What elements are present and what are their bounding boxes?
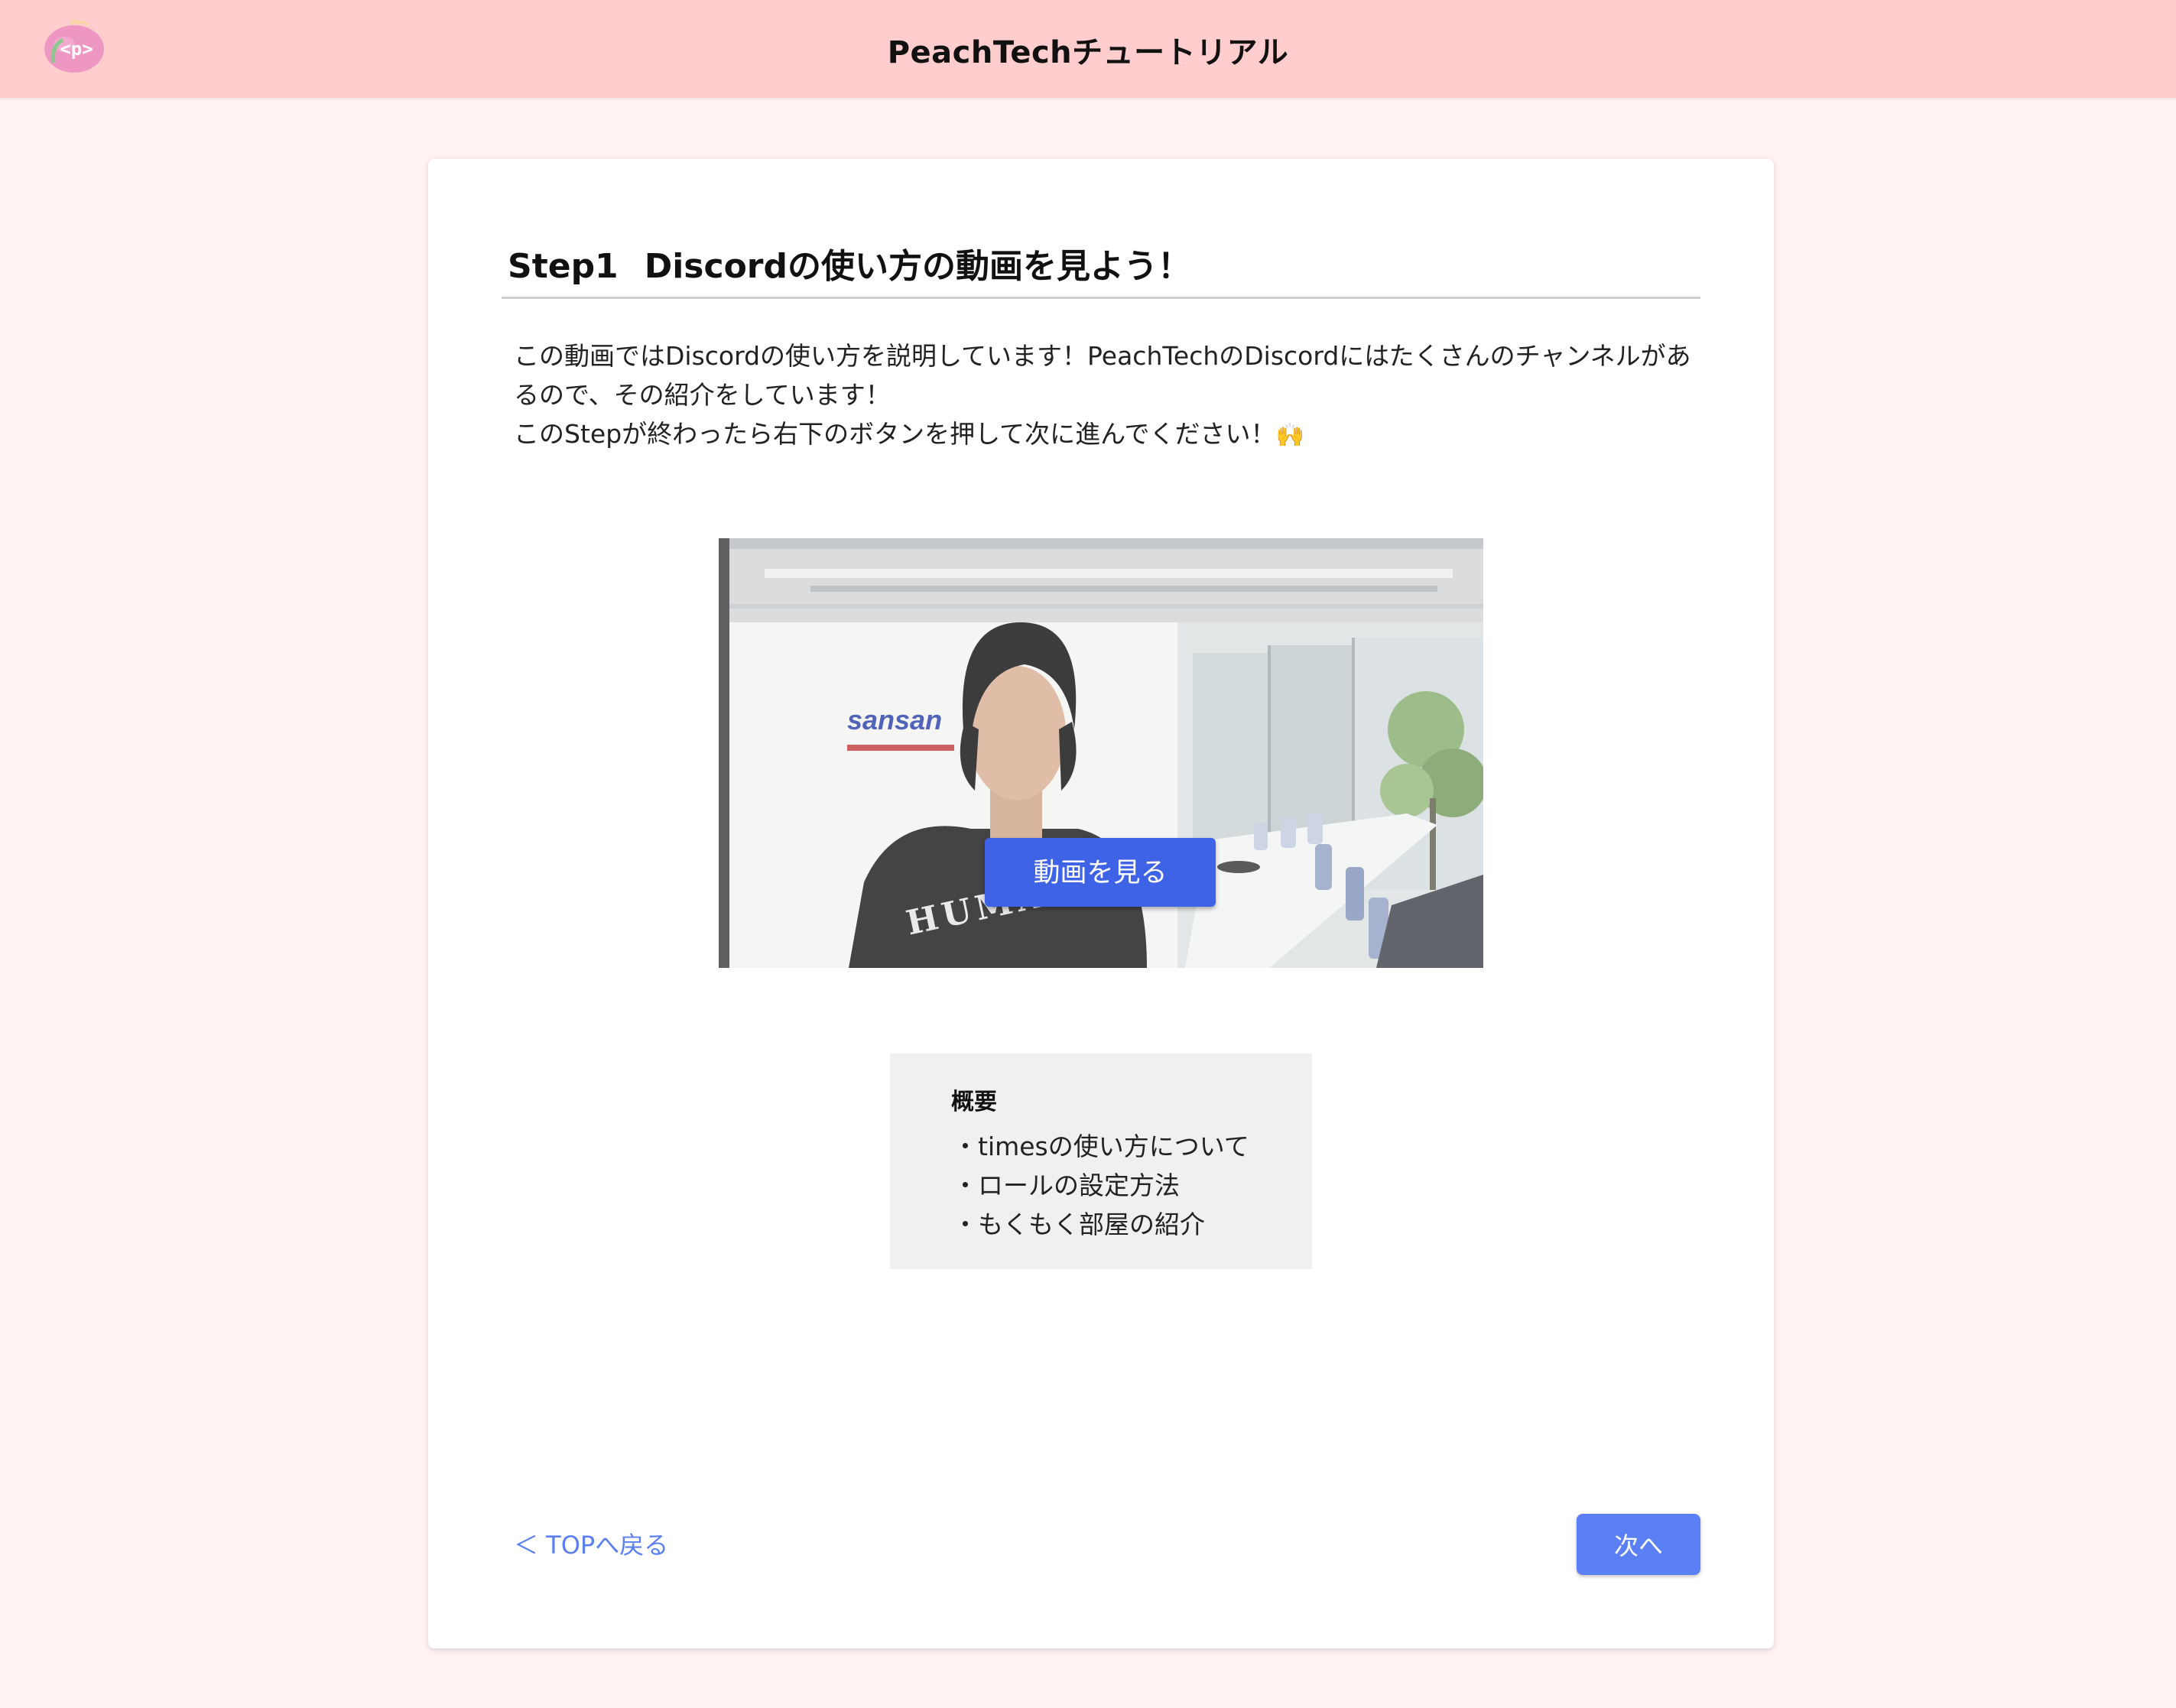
summary-item: timesの使い方について	[953, 1127, 1249, 1166]
tutorial-card: Step1 Discordの使い方の動画を見よう！ この動画ではDiscordの使…	[428, 159, 1774, 1648]
summary-item: ロールの設定方法	[953, 1166, 1249, 1205]
step-heading: Step1 Discordの使い方の動画を見よう！	[508, 239, 1191, 287]
watch-video-button[interactable]: 動画を見る	[985, 838, 1216, 907]
description-line-2-text: このStepが終わったら右下のボタンを押して次に進んでください！	[514, 419, 1276, 449]
back-to-top-link[interactable]: ＜ TOPへ戻る	[514, 1526, 668, 1561]
step-number: Step1	[508, 247, 619, 286]
description-line-2: このStepが終わったら右下のボタンを押して次に進んでください！🙌	[514, 414, 1691, 455]
app-title: PeachTechチュートリアル	[887, 35, 1289, 70]
summary-list: timesの使い方について ロールの設定方法 もくもく部屋の紹介	[953, 1127, 1249, 1244]
title-divider	[502, 297, 1700, 299]
summary-heading: 概要	[951, 1089, 997, 1115]
step-title: Discordの使い方の動画を見よう！	[644, 247, 1191, 286]
summary-box: 概要 timesの使い方について ロールの設定方法 もくもく部屋の紹介	[890, 1054, 1312, 1269]
summary-item: もくもく部屋の紹介	[953, 1205, 1249, 1244]
description-line-1: この動画ではDiscordの使い方を説明しています！PeachTechのDisc…	[514, 341, 1691, 410]
next-button[interactable]: 次へ	[1577, 1514, 1700, 1575]
raised-hands-emoji: 🙌	[1275, 422, 1304, 449]
step-description: この動画ではDiscordの使い方を説明しています！PeachTechのDisc…	[514, 336, 1691, 455]
app-header: <p> PeachTechチュートリアル	[0, 0, 2176, 98]
video-thumbnail[interactable]: sansan HUMAN 動画を見る	[719, 538, 1483, 968]
